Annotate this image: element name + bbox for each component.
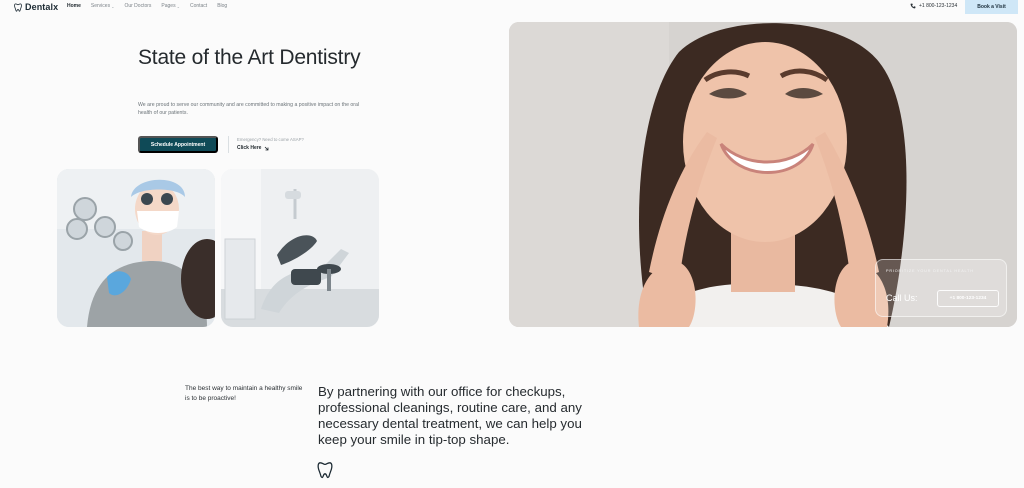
schedule-appointment-button[interactable]: Schedule Appointment bbox=[138, 136, 218, 153]
nav-label: Blog bbox=[217, 3, 228, 9]
dentist-photo bbox=[57, 169, 215, 327]
tooth-icon bbox=[14, 2, 22, 12]
dentist-illustration bbox=[57, 169, 215, 327]
call-card-kicker: PRIORITIZE YOUR DENTAL HEALTH bbox=[886, 269, 974, 273]
phone-icon bbox=[910, 3, 916, 9]
arrow-down-right-icon bbox=[265, 146, 269, 150]
site-header: Dentalx Home Services ⌄ Our Doctors Pages… bbox=[0, 0, 1024, 14]
nav-contact[interactable]: Contact bbox=[190, 3, 207, 9]
emergency-text: Emergency? Need to come ASAP? bbox=[237, 137, 304, 142]
click-here-link[interactable]: Click Here bbox=[237, 145, 269, 151]
nav-blog[interactable]: Blog bbox=[217, 3, 227, 9]
nav-label: Home bbox=[67, 3, 81, 9]
header-phone-number: +1 800-123-1234 bbox=[919, 3, 958, 9]
call-us-card: PRIORITIZE YOUR DENTAL HEALTH Call Us: +… bbox=[875, 259, 1007, 317]
nav-services[interactable]: Services ⌄ bbox=[91, 3, 115, 9]
nav-label: Contact bbox=[189, 3, 208, 9]
main-nav: Home Services ⌄ Our Doctors Pages ⌄ Contac… bbox=[67, 3, 227, 9]
brand-name: Dentalx bbox=[25, 2, 59, 12]
brand-logo[interactable]: Dentalx bbox=[14, 2, 58, 12]
chevron-down-icon: ⌄ bbox=[111, 3, 115, 9]
nav-our-doctors[interactable]: Our Doctors bbox=[124, 3, 151, 9]
dental-chair-photo bbox=[221, 169, 379, 327]
dental-chair-illustration bbox=[221, 169, 379, 327]
nav-label: Services bbox=[90, 3, 111, 9]
book-visit-button[interactable]: Book a Visit bbox=[965, 0, 1018, 14]
tooth-icon bbox=[317, 461, 333, 484]
nav-label: Our Doctors bbox=[124, 3, 152, 9]
about-statement: By partnering with our office for checku… bbox=[318, 384, 582, 447]
chevron-down-icon: ⌄ bbox=[176, 3, 180, 9]
about-tagline: The best way to maintain a healthy smile… bbox=[185, 385, 303, 402]
hero-description: We are proud to serve our community and … bbox=[138, 102, 360, 116]
hero-title: State of the Art Dentistry bbox=[138, 46, 361, 69]
nav-pages[interactable]: Pages ⌄ bbox=[161, 3, 180, 9]
cta-divider bbox=[228, 136, 229, 153]
call-us-label: Call Us: bbox=[886, 293, 918, 303]
call-phone-button[interactable]: +1 800-123-1234 bbox=[937, 290, 999, 307]
nav-label: Pages bbox=[161, 3, 176, 9]
nav-home[interactable]: Home bbox=[67, 3, 81, 9]
click-here-label: Click Here bbox=[237, 145, 262, 151]
header-phone[interactable]: +1 800-123-1234 bbox=[910, 3, 957, 9]
